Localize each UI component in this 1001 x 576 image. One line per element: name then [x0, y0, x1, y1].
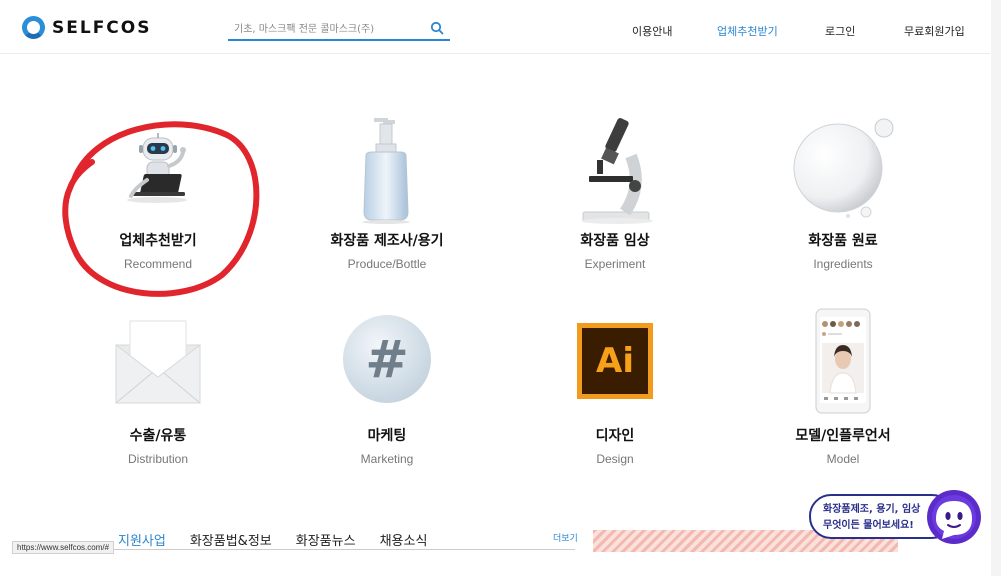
tab-cosmetics-law[interactable]: 화장품법&정보 [190, 530, 272, 549]
card-title-model: 모델/인플루언서 [795, 428, 891, 444]
card-subtitle-experiment: Experiment [584, 257, 646, 271]
card-title-produce-bottle: 화장품 제조사/용기 [330, 233, 444, 249]
card-distribution[interactable]: 수출/유통 Distribution [58, 305, 258, 495]
search-box [228, 18, 450, 41]
page-scrollbar[interactable] [991, 0, 1001, 576]
chatbot-icon[interactable] [924, 489, 983, 546]
card-subtitle-produce-bottle: Produce/Bottle [347, 257, 427, 271]
nav-guide[interactable]: 이용안내 [632, 23, 672, 39]
logo-ring-icon [22, 16, 45, 39]
nav-signup[interactable]: 무료회원가입 [904, 23, 965, 39]
nav-login[interactable]: 로그인 [825, 23, 855, 39]
nav-recommend[interactable]: 업체추천받기 [717, 23, 778, 39]
bubble-icon [793, 118, 894, 218]
logo-text: SELFCOS [52, 17, 152, 38]
more-link[interactable]: 더보기 [553, 531, 578, 544]
card-model[interactable]: 모델/인플루언서 Model [743, 305, 943, 495]
card-title-distribution: 수출/유통 [129, 428, 187, 444]
card-marketing[interactable]: # 마케팅 Marketing [287, 305, 487, 495]
phone-profile-icon [815, 308, 871, 414]
pump-bottle-icon [362, 118, 410, 224]
card-design[interactable]: Ai 디자인 Design [515, 305, 715, 495]
selfcos-logo[interactable]: SELFCOS [22, 16, 151, 39]
illustrator-icon: Ai [577, 323, 653, 399]
card-title-experiment: 화장품 임상 [580, 233, 650, 249]
card-title-ingredients: 화장품 원료 [808, 233, 878, 249]
card-subtitle-ingredients: Ingredients [813, 257, 873, 271]
site-header: SELFCOS 이용안내 업체추천받기 로그인 무료회원가입 [0, 0, 990, 54]
highlight-circle [62, 121, 260, 297]
card-title-design: 디자인 [595, 428, 635, 444]
card-ingredients[interactable]: 화장품 원료 Ingredients [743, 110, 943, 300]
envelope-icon [115, 320, 201, 404]
search-input[interactable] [234, 20, 424, 38]
news-tabs: 지원사업 화장품법&정보 화장품뉴스 채용소식 [118, 530, 427, 549]
illustrator-label: Ai [596, 341, 634, 381]
card-produce-bottle[interactable]: 화장품 제조사/용기 Produce/Bottle [287, 110, 487, 300]
tab-jobs[interactable]: 채용소식 [380, 530, 428, 549]
hashtag-icon: # [343, 315, 431, 403]
microscope-icon [581, 118, 653, 224]
tab-support-programs[interactable]: 지원사업 [118, 530, 166, 549]
card-subtitle-model: Model [826, 452, 860, 466]
card-experiment[interactable]: 화장품 임상 Experiment [515, 110, 715, 300]
browser-status-url: https://www.selfcos.com/# [12, 541, 115, 554]
search-icon[interactable] [430, 21, 444, 35]
tabs-divider [110, 549, 575, 550]
svg-text:#: # [365, 330, 409, 390]
tab-cosmetics-news[interactable]: 화장품뉴스 [296, 530, 356, 549]
card-subtitle-marketing: Marketing [360, 452, 414, 466]
card-subtitle-design: Design [596, 452, 634, 466]
card-title-marketing: 마케팅 [367, 428, 407, 444]
card-subtitle-distribution: Distribution [127, 452, 189, 466]
